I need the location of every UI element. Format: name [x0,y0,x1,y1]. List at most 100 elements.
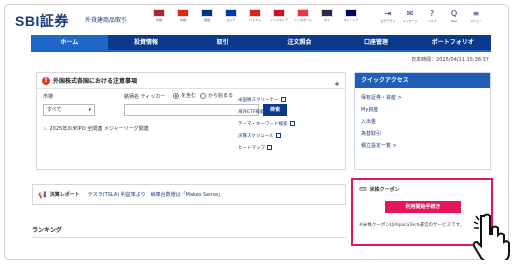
logo-subtitle: 外貨建商品取引 [85,17,128,24]
quick-access-title: クイックアクセス [355,73,490,88]
flag-icon [249,9,261,17]
flag-icon [345,9,357,17]
radio-contains[interactable]: を含む [173,92,196,99]
warning-icon: ! [42,76,50,85]
report-title: 決算レポート [49,192,80,198]
nav-tab[interactable]: 投資情報 [108,35,185,50]
quick-access-item[interactable]: 入出金 [355,116,490,128]
country-flags: 米国 中国 韓国 ロシア ベトナム インドネシア シンガポール タイ マレーシア [148,9,364,22]
flag-icon [321,9,333,17]
chevron-down-icon: ▾ [88,107,91,113]
flag-label: タイ [323,18,330,22]
megaphone-icon: 📢 [38,190,47,199]
nav-tab[interactable]: ポートフォリオ [414,35,491,50]
flag-item[interactable]: インドネシア [268,9,290,22]
coupon-start-button[interactable]: 利用開始手続き [385,201,461,213]
ranking-heading: ランキング [32,227,62,234]
flag-icon [297,9,309,17]
nav-tab[interactable]: 取引 [184,35,261,50]
notice-title: 外国株式各国における注意事項 [53,78,138,85]
header: SBI証券 外貨建商品取引 米国 中国 韓国 ロシア ベトナム インドネシア シンガポール タ… [5,5,508,32]
notice-panel: ! 外国株式各国における注意事項 市場 すべて ▾ 銘柄名 ティッカー を含む … [36,72,346,170]
market-select[interactable]: すべて ▾ [43,104,95,116]
external-link-icon [275,133,281,138]
tool-link-label: 決算スケジュール [238,134,274,139]
quick-access-list: 保有証券・資産 > My資産 入出金 為替取引 積立設定一覧 > [355,88,490,152]
header-tool-label: ログアウト [380,19,396,23]
main-nav: ホーム 投資情報 取引 注文照会 口座管理 ポートフォリオ [31,35,491,50]
flag-item[interactable]: 韓国 [196,9,218,22]
flag-item[interactable]: シンガポール [292,9,314,22]
flag-icon [177,9,189,17]
radio-dot-icon [173,92,179,99]
quick-access-item[interactable]: 為替取引 [355,128,490,140]
current-datetime: 日本時間：2025/04/11 15:38:37 [411,57,489,63]
header-tool[interactable]: ✉ メッセージ [399,9,421,23]
external-link-icon [280,97,286,102]
notice-header[interactable]: ! 外国株式各国における注意事項 [37,73,345,89]
market-label: 市場 [43,94,54,100]
header-tool-label: Q&A [450,19,458,23]
report-headline[interactable]: テスラ(TSLA) 利益率より 納車台数増は「Makes Sense」 [88,191,223,198]
flag-label: 米国 [155,18,162,22]
qa-icon: Q [450,9,458,18]
flag-item[interactable]: 米国 [148,9,170,22]
tool-link-label: ヒートマップ [238,146,265,151]
header-tool[interactable]: ? ヘルプ [421,9,443,23]
logout-icon: ⇥ [384,9,392,18]
browser-frame: SBI証券 外貨建商品取引 米国 中国 韓国 ロシア ベトナム インドネシア シンガポール タ… [4,4,509,260]
nav-tab[interactable]: 注文照会 [261,35,338,50]
tool-link[interactable]: 米国株スクリーナー [238,95,295,107]
tool-link[interactable]: 海外ETF検索ツール [238,107,295,119]
flag-icon [201,9,213,17]
flag-label: ロシア [226,18,236,22]
external-link-icon [289,121,295,126]
market-select-value: すべて [47,107,62,113]
header-tool-label: メニュー [469,19,482,23]
nav-tab[interactable]: 口座管理 [338,35,415,50]
flag-label: シンガポール [293,18,312,22]
flag-label: 韓国 [203,18,210,22]
quick-access-panel: クイックアクセス 保有証券・資産 > My資産 入出金 為替取引 積立設定一覧 > [354,72,491,170]
external-link-icon [267,145,272,150]
tool-link[interactable]: 決算スケジュール [238,131,295,143]
flag-icon [225,9,237,17]
flag-label: 中国 [179,18,186,22]
ipo-link-text: 2025年の米IPO 全関連 メジャーリーグ関連 [49,126,149,132]
tool-link[interactable]: テーマ・キーワード検索 [238,119,295,131]
help-icon: ? [429,9,435,18]
flag-item[interactable]: 中国 [172,9,194,22]
coupon-header: 🎟 米株クーポン [359,186,400,193]
header-tool-label: メッセージ [402,19,418,23]
flag-label: インドネシア [269,18,288,22]
tool-links: 米国株スクリーナー海外ETF検索ツールテーマ・キーワード検索 決算スケジュール ヒー… [238,95,295,155]
fire-icon: ♨ [43,125,48,132]
radio-dot-icon [200,92,206,99]
flag-item[interactable]: ロシア [220,9,242,22]
flag-item[interactable]: タイ [316,9,338,22]
earnings-report-bar[interactable]: 📢 決算レポート テスラ(TSLA) 利益率より 納車台数増は「Makes Se… [32,184,346,205]
ipo-link[interactable]: ♨ 2025年の米IPO 全関連 メジャーリーグ関連 [43,125,149,133]
tool-link-label: テーマ・キーワード検索 [238,122,288,127]
header-tool[interactable]: ⇥ ログアウト [377,9,399,23]
flag-item[interactable]: マレーシア [340,9,362,22]
quick-access-item[interactable]: 積立設定一覧 > [355,140,490,152]
expand-plus-icon[interactable]: + [334,80,340,88]
quick-access-item[interactable]: 保有証券・資産 > [355,92,490,104]
ticker-label: 銘柄名 ティッカー [124,94,166,100]
header-tool[interactable]: Q Q&A [443,9,465,23]
radio-starts[interactable]: から始まる [200,92,233,99]
flag-item[interactable]: ベトナム [244,9,266,22]
ranking-divider [32,237,346,238]
flag-icon [153,9,165,17]
header-tool[interactable]: ≡ メニュー [465,9,487,23]
nav-tab[interactable]: ホーム [31,35,108,50]
tool-link-label: 米国株スクリーナー [238,98,279,103]
nav-underline [31,50,491,52]
quick-access-item[interactable]: My資産 [355,104,490,116]
mail-icon: ✉ [406,9,414,18]
coupon-icon: 🎟 [359,186,367,193]
tool-link[interactable]: ヒートマップ [238,143,295,155]
sbi-logo[interactable]: SBI証券 [15,11,69,31]
header-tool-label: ヘルプ [427,19,437,23]
